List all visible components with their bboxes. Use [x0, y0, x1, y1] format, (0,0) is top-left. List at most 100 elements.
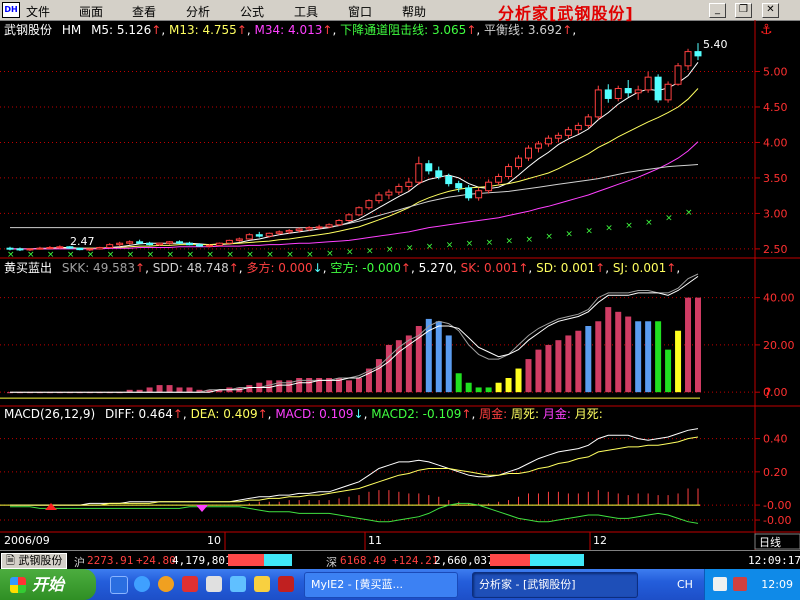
menu-window[interactable]: 窗口: [348, 3, 372, 20]
anchor-icon[interactable]: ⚓: [760, 22, 773, 38]
candle-body: [644, 76, 652, 91]
candle-body: [185, 242, 193, 246]
restore-button[interactable]: ❐: [735, 3, 752, 18]
menu-formula[interactable]: 公式: [240, 3, 264, 20]
y-tick-label: 0.20: [763, 466, 788, 479]
channel-marker: ×: [7, 250, 15, 260]
candle-body: [136, 241, 144, 244]
stock-chart[interactable]: × × × × × × × × × × × × × × × × × × × × × × × × × × × × × × × × × × × 5.00…: [0, 20, 800, 550]
sh-label: 沪: [74, 556, 85, 569]
y-tick-label: -0.00: [763, 499, 791, 512]
x-label-10: 10: [207, 534, 221, 547]
candle-body: [485, 181, 493, 192]
quicklaunch-folder-icon[interactable]: [254, 576, 270, 592]
sz-volume: 2,660,037: [434, 554, 494, 567]
quicklaunch-tool-icon[interactable]: [278, 576, 294, 592]
channel-marker: ×: [47, 250, 55, 260]
hmlc-bar: [545, 344, 552, 393]
minimize-button[interactable]: _: [709, 3, 726, 18]
grid-lines: [0, 70, 755, 521]
quicklaunch-stock-icon[interactable]: [206, 576, 222, 592]
price-candles: [6, 43, 702, 252]
macd-lines: [10, 428, 699, 524]
hmlc-bar: [685, 297, 692, 393]
channel-marker: ×: [107, 250, 115, 260]
candle-body: [574, 124, 582, 131]
quicklaunch-browser-icon[interactable]: [230, 576, 246, 592]
status-time: 12:09:17: [748, 554, 800, 567]
task-analyst[interactable]: 分析家 - [武钢股份]: [472, 572, 638, 598]
panel2-legend: 黄买蓝出 SKK: 49.583↑, SDD: 48.748↑, 多方: 0.0…: [4, 260, 680, 275]
candle-body: [235, 238, 243, 241]
start-button[interactable]: 开始: [0, 569, 96, 600]
channel-marker: ×: [605, 224, 613, 234]
candle-body: [76, 247, 84, 251]
candle-body: [345, 214, 353, 222]
quicklaunch-desktop-icon[interactable]: [110, 576, 128, 594]
app-icon[interactable]: DH: [2, 2, 20, 18]
sh-ratio-bar-down: [264, 554, 292, 566]
y-tick-label: 4.00: [763, 136, 788, 149]
golden-cross-marker: [45, 503, 57, 510]
close-button[interactable]: ✕: [762, 3, 779, 18]
menu-file[interactable]: 文件: [26, 3, 50, 20]
hmlc-bar: [535, 349, 542, 393]
quicklaunch-app-icon[interactable]: [182, 576, 198, 592]
tray-app-icon[interactable]: [733, 577, 747, 591]
panel3-legend: MACD(26,12,9) DIFF: 0.464↑, DEA: 0.409↑,…: [4, 406, 603, 421]
hmlc-bar: [665, 349, 672, 393]
candle-body: [495, 176, 503, 183]
menu-tools[interactable]: 工具: [294, 3, 318, 20]
hmlc-bar: [465, 382, 472, 393]
menu-view-screen[interactable]: 画面: [79, 3, 103, 20]
help-icon[interactable]: ?: [764, 386, 771, 402]
macd-y-axis: 0.40 0.20 -0.00 -0.00: [755, 433, 791, 527]
m5-label: M5: 5.126: [91, 23, 151, 37]
hmlc-lines: [10, 273, 699, 393]
hmlc-bar: [485, 387, 492, 393]
hmlc-y-axis: 40.0020.000.00: [755, 292, 795, 399]
tab-stock[interactable]: 🗎 武钢股份: [1, 553, 68, 569]
x-label-2006-09: 2006/09: [4, 534, 50, 547]
candle-body: [46, 246, 54, 249]
system-tray: CH 12:09: [677, 569, 800, 600]
candle-body: [524, 147, 532, 159]
candle-body: [405, 181, 413, 187]
candle-body: [614, 88, 622, 99]
candle-body: [146, 242, 154, 246]
task-myie2[interactable]: MyIE2 - [黄买蓝...: [304, 572, 458, 598]
sh-ratio-bar-up: [228, 554, 264, 566]
candle-body: [335, 220, 343, 226]
y-tick-label: 5.00: [763, 65, 788, 78]
hmlc-bar: [186, 387, 193, 393]
menu-view[interactable]: 查看: [132, 3, 156, 20]
channel-marker: ×: [426, 242, 434, 252]
hmlc-bar: [645, 321, 652, 393]
high-price-label: 5.40: [703, 38, 728, 51]
y-tick-label: 4.50: [763, 101, 788, 114]
candle-body: [275, 231, 283, 234]
menu-help[interactable]: 帮助: [402, 3, 426, 20]
candle-body: [365, 200, 373, 209]
candle-body: [375, 194, 383, 202]
hmlc-bar: [495, 382, 502, 393]
y-tick-label: -0.00: [763, 514, 791, 527]
quicklaunch-ie-icon[interactable]: [134, 576, 150, 592]
death-cross-marker: [196, 505, 208, 512]
period-button[interactable]: 日线: [759, 535, 781, 549]
language-indicator[interactable]: CH: [677, 578, 693, 591]
tray-network-icon[interactable]: [713, 577, 727, 591]
y-tick-label: 0.40: [763, 433, 788, 446]
hmlc-bars: [0, 297, 701, 399]
price-moving-averages: × × × × × × × × × × × × × × × × × × × × × × × × × × × × × × × × × × ×: [7, 62, 699, 260]
quicklaunch-media-icon[interactable]: [158, 576, 174, 592]
hmlc-bar: [346, 380, 353, 393]
hmlc-bar: [565, 335, 572, 393]
candle-body: [515, 157, 523, 168]
hmlc-bar: [515, 368, 522, 393]
sh-index: 2273.91: [87, 554, 134, 567]
channel-marker: ×: [246, 250, 254, 260]
sh-change: +24.80: [136, 554, 176, 567]
menu-analysis[interactable]: 分析: [186, 3, 210, 20]
candle-body: [624, 88, 632, 94]
